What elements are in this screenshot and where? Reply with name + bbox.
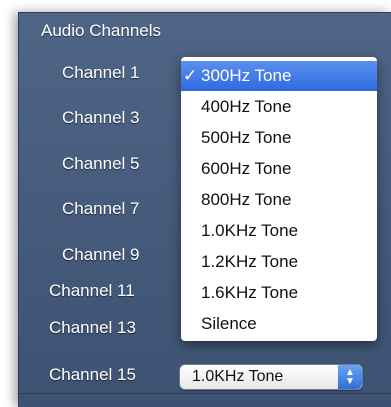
channel-label: Channel 13 <box>49 318 136 337</box>
channel-15-tone-select[interactable]: 1.0KHz Tone ▲ ▼ <box>179 364 363 390</box>
divider <box>19 393 391 394</box>
menu-item-label: 1.0KHz Tone <box>201 221 299 240</box>
menu-item-label: Silence <box>201 314 257 333</box>
menu-item-400hz-tone[interactable]: 400Hz Tone <box>181 91 377 122</box>
menu-item-silence[interactable]: Silence <box>181 308 377 339</box>
menu-item-500hz-tone[interactable]: 500Hz Tone <box>181 122 377 153</box>
channel-label: Channel 3 <box>62 108 140 127</box>
menu-item-label: 300Hz Tone <box>201 66 292 85</box>
select-value: 1.0KHz Tone <box>192 368 284 385</box>
menu-item-600hz-tone[interactable]: 600Hz Tone <box>181 153 377 184</box>
menu-item-label: 1.2KHz Tone <box>201 252 299 271</box>
menu-item-1-2khz-tone[interactable]: 1.2KHz Tone <box>181 246 377 277</box>
up-down-arrows-icon[interactable]: ▲ ▼ <box>338 365 362 389</box>
checkmark-icon: ✓ <box>183 66 198 85</box>
section-title: Audio Channels <box>41 21 162 40</box>
menu-item-label: 600Hz Tone <box>201 159 292 178</box>
channel-label: Channel 9 <box>62 245 140 264</box>
tone-dropdown-menu: ✓ 300Hz Tone 400Hz Tone 500Hz Tone 600Hz… <box>181 57 377 341</box>
menu-item-1-6khz-tone[interactable]: 1.6KHz Tone <box>181 277 377 308</box>
menu-item-label: 1.6KHz Tone <box>201 283 299 302</box>
channel-label: Channel 5 <box>62 154 140 173</box>
channel-label: Channel 15 <box>49 365 136 384</box>
channel-label: Channel 7 <box>62 199 140 218</box>
menu-item-label: 800Hz Tone <box>201 190 292 209</box>
channel-label: Channel 1 <box>62 63 140 82</box>
menu-item-label: 500Hz Tone <box>201 128 292 147</box>
menu-item-300hz-tone[interactable]: ✓ 300Hz Tone <box>181 61 377 91</box>
menu-item-1-0khz-tone[interactable]: 1.0KHz Tone <box>181 215 377 246</box>
menu-item-800hz-tone[interactable]: 800Hz Tone <box>181 184 377 215</box>
channel-label: Channel 11 <box>49 281 135 300</box>
menu-item-label: 400Hz Tone <box>201 97 292 116</box>
